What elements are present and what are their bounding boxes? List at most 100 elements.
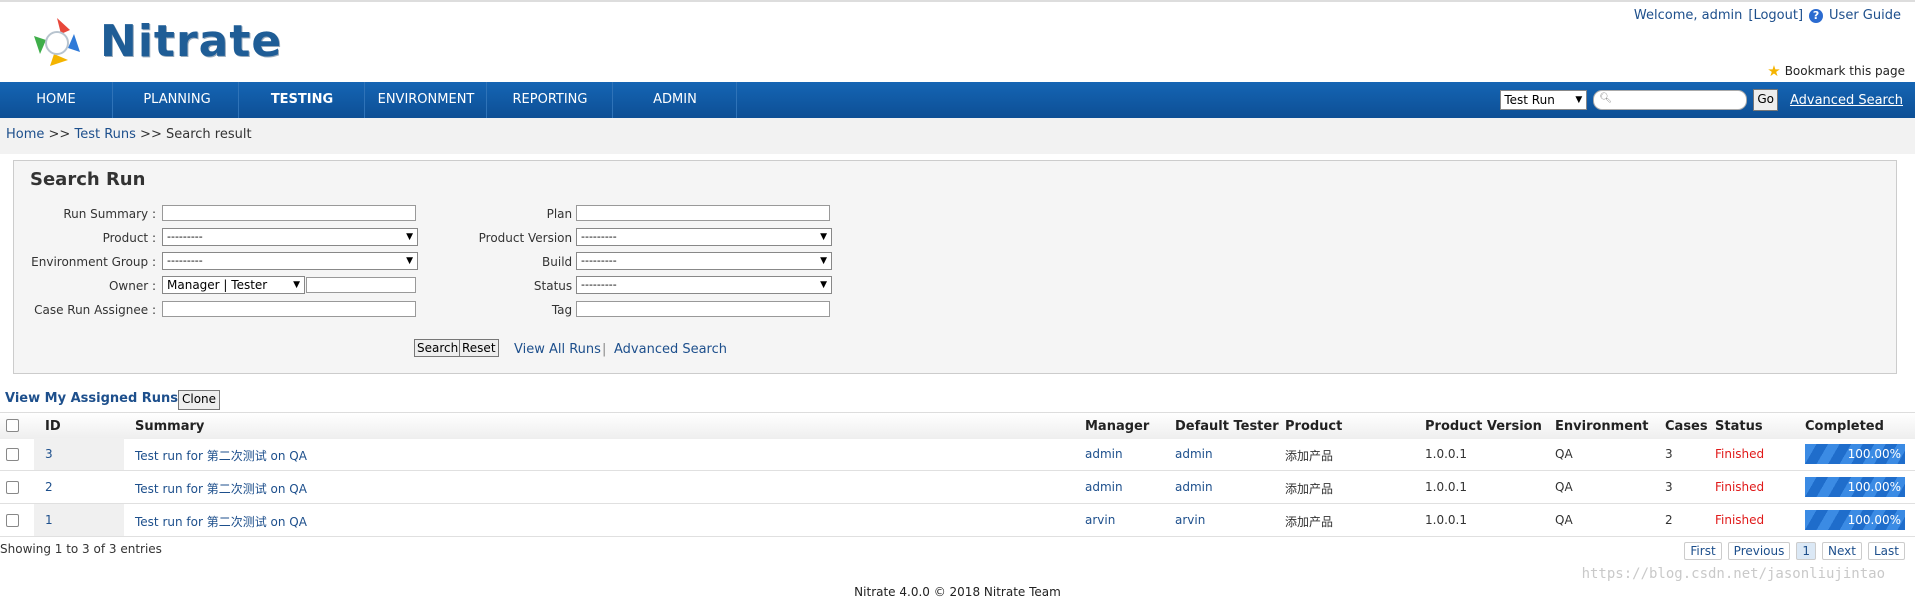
advanced-search-link[interactable]: Advanced Search — [614, 342, 727, 357]
logo-text[interactable]: Nitrate — [100, 16, 282, 67]
chevron-down-icon: ▼ — [1575, 95, 1583, 105]
search-run-panel: Search Run Run Summary : Product : -----… — [13, 160, 1897, 374]
environment-cell: QA — [1555, 513, 1573, 527]
manager-link[interactable]: arvin — [1085, 513, 1115, 527]
product-select[interactable]: --------- ▼ — [162, 228, 418, 246]
chevron-down-icon: ▼ — [820, 232, 827, 242]
top-border — [0, 0, 1915, 2]
clone-button[interactable]: Clone — [178, 390, 221, 410]
breadcrumb-current: Search result — [165, 127, 252, 142]
case-run-assignee-input[interactable] — [162, 301, 416, 317]
nav-home[interactable]: HOME — [0, 82, 113, 118]
environment-group-select[interactable]: --------- ▼ — [162, 252, 418, 270]
breadcrumb-sep: >> — [48, 127, 71, 142]
run-id-link[interactable]: 1 — [45, 513, 53, 527]
run-id-link[interactable]: 2 — [45, 480, 53, 494]
nitrate-logo-icon[interactable] — [28, 14, 86, 72]
select-all-checkbox[interactable] — [6, 419, 19, 432]
status-cell: Finished — [1715, 513, 1765, 527]
owner-role-select[interactable]: Manager | Tester ▼ — [162, 276, 305, 294]
status-select-value: --------- — [581, 278, 617, 291]
view-my-assigned-runs-link[interactable]: View My Assigned Runs — [5, 391, 178, 406]
product-cell: 添加产品 — [1285, 515, 1334, 529]
help-icon[interactable]: ? — [1809, 8, 1824, 23]
chevron-down-icon: ▼ — [293, 280, 300, 290]
row-checkbox[interactable] — [6, 481, 19, 494]
run-summary-link[interactable]: Test run for 第二次测试 on QA — [135, 482, 307, 496]
plan-input[interactable] — [576, 205, 830, 221]
run-summary-label: Run Summary : — [63, 207, 156, 221]
case-run-assignee-label: Case Run Assignee : — [34, 303, 156, 317]
runs-toolbar: View My Assigned Runs Clone — [0, 386, 1915, 412]
build-select[interactable]: --------- ▼ — [576, 252, 832, 270]
watermark: https://blog.csdn.net/jasonliujintao — [1581, 566, 1885, 582]
product-cell: 添加产品 — [1285, 482, 1334, 496]
env-group-select-value: --------- — [167, 254, 203, 267]
breadcrumb-test-runs[interactable]: Test Runs — [74, 127, 135, 142]
page-last[interactable]: Last — [1868, 542, 1905, 560]
owner-role-value: Manager | Tester — [167, 278, 268, 292]
quick-search-input[interactable]: 🔍︎ — [1593, 90, 1748, 110]
status-select[interactable]: --------- ▼ — [576, 276, 832, 294]
page-next[interactable]: Next — [1822, 542, 1862, 560]
build-select-value: --------- — [581, 254, 617, 267]
search-type-select[interactable]: Test Run ▼ — [1500, 90, 1588, 110]
page-previous[interactable]: Previous — [1727, 542, 1791, 560]
nav-reporting[interactable]: REPORTING — [488, 82, 613, 118]
tag-input[interactable] — [576, 301, 830, 317]
environment-cell: QA — [1555, 447, 1573, 461]
tester-link[interactable]: admin — [1175, 447, 1213, 461]
welcome-text: Welcome, admin — [1633, 8, 1743, 23]
nav-environment[interactable]: ENVIRONMENT — [366, 82, 487, 118]
nav-advanced-search-link[interactable]: Advanced Search — [1790, 93, 1903, 108]
tester-link[interactable]: arvin — [1175, 513, 1205, 527]
page-1[interactable]: 1 — [1796, 542, 1817, 560]
col-completed[interactable]: Completed — [1805, 419, 1884, 434]
col-id[interactable]: ID — [45, 419, 61, 434]
run-summary-link[interactable]: Test run for 第二次测试 on QA — [135, 515, 307, 529]
col-cases[interactable]: Cases — [1665, 419, 1708, 434]
col-product[interactable]: Product — [1285, 419, 1342, 434]
status-cell: Finished — [1715, 480, 1765, 494]
row-checkbox[interactable] — [6, 448, 19, 461]
col-default-tester[interactable]: Default Tester — [1175, 419, 1279, 434]
bookmark-link[interactable]: ★ Bookmark this page — [1767, 62, 1905, 80]
product-cell: 添加产品 — [1285, 449, 1334, 463]
col-manager[interactable]: Manager — [1085, 419, 1149, 434]
col-product-version[interactable]: Product Version — [1425, 419, 1542, 434]
go-button[interactable]: Go — [1753, 89, 1778, 111]
nav-admin[interactable]: ADMIN — [614, 82, 737, 118]
view-all-runs-link[interactable]: View All Runs — [514, 342, 601, 357]
reset-button[interactable]: Reset — [459, 339, 499, 357]
cases-cell: 2 — [1665, 513, 1673, 527]
chevron-down-icon: ▼ — [406, 232, 413, 242]
breadcrumb: Home >> Test Runs >> Search result — [0, 118, 1915, 154]
search-button[interactable]: Search — [414, 339, 462, 357]
table-row: 2 Test run for 第二次测试 on QA admin admin 添… — [0, 471, 1915, 504]
cases-cell: 3 — [1665, 480, 1673, 494]
col-environment[interactable]: Environment — [1555, 419, 1649, 434]
col-summary[interactable]: Summary — [135, 419, 204, 434]
owner-input[interactable] — [306, 277, 416, 293]
manager-link[interactable]: admin — [1085, 480, 1123, 494]
version-cell: 1.0.0.1 — [1425, 480, 1467, 494]
run-summary-input[interactable] — [162, 205, 416, 221]
breadcrumb-home[interactable]: Home — [6, 127, 44, 142]
cases-cell: 3 — [1665, 447, 1673, 461]
breadcrumb-sep: >> — [140, 127, 162, 142]
logout-link[interactable]: [Logout] — [1748, 8, 1803, 23]
product-version-select[interactable]: --------- ▼ — [576, 228, 832, 246]
status-label: Status : — [533, 279, 580, 293]
col-status[interactable]: Status — [1715, 419, 1763, 434]
run-id-link[interactable]: 3 — [45, 447, 53, 461]
nav-testing[interactable]: TESTING — [240, 82, 365, 118]
row-checkbox[interactable] — [6, 514, 19, 527]
page-first[interactable]: First — [1684, 542, 1722, 560]
tester-link[interactable]: admin — [1175, 480, 1213, 494]
nav-planning[interactable]: PLANNING — [116, 82, 239, 118]
version-cell: 1.0.0.1 — [1425, 447, 1467, 461]
search-icon: 🔍︎ — [1599, 93, 1613, 104]
run-summary-link[interactable]: Test run for 第二次测试 on QA — [135, 449, 307, 463]
user-guide-link[interactable]: User Guide — [1829, 8, 1901, 23]
manager-link[interactable]: admin — [1085, 447, 1123, 461]
